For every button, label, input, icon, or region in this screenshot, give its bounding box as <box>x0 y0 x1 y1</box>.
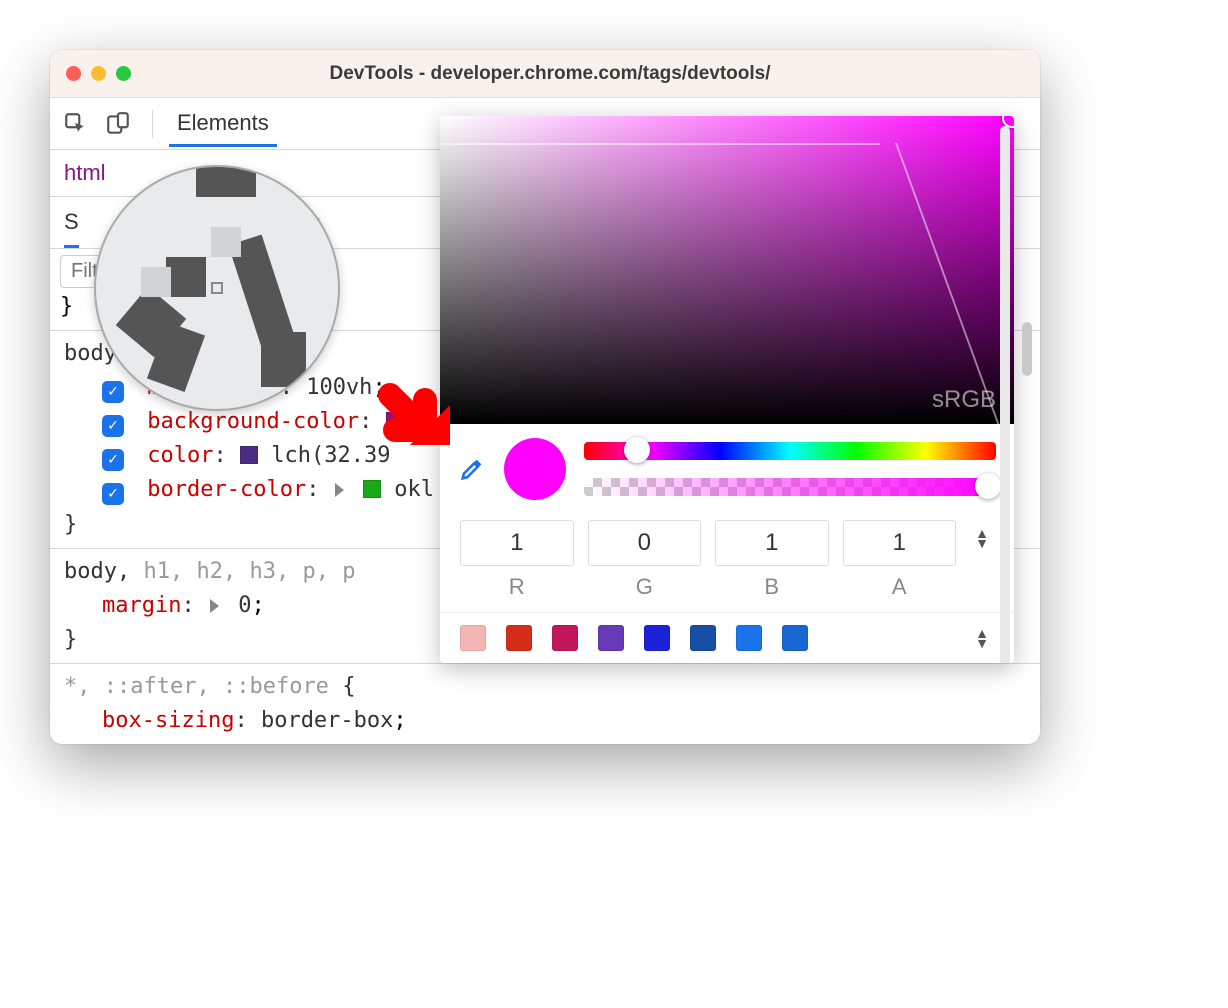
device-toggle-icon[interactable] <box>100 106 136 142</box>
picker-controls <box>440 424 1014 514</box>
hue-knob[interactable] <box>624 437 650 463</box>
palette-swatch[interactable] <box>598 625 624 651</box>
palette-row: ▲▼ <box>440 612 1014 663</box>
color-swatch[interactable] <box>363 480 381 498</box>
color-picker-popover: sRGB R G <box>440 116 1014 663</box>
channel-label-g: G <box>588 574 702 600</box>
expand-icon[interactable] <box>335 483 344 497</box>
titlebar: DevTools - developer.chrome.com/tags/dev… <box>50 50 1040 98</box>
val-min-height[interactable]: 100vh <box>306 375 372 400</box>
palette-swatch[interactable] <box>460 625 486 651</box>
palette-swatch[interactable] <box>690 625 716 651</box>
palette-swatch[interactable] <box>736 625 762 651</box>
decl-toggle[interactable]: ✓ <box>102 483 124 505</box>
window-title: DevTools - developer.chrome.com/tags/dev… <box>76 63 1024 85</box>
channel-label-a: A <box>843 574 957 600</box>
palette-swatch[interactable] <box>552 625 578 651</box>
channel-input-g[interactable] <box>588 520 702 566</box>
inspect-element-icon[interactable] <box>58 106 94 142</box>
decl-toggle[interactable]: ✓ <box>102 415 124 437</box>
palette-swatch[interactable] <box>782 625 808 651</box>
channel-input-a[interactable] <box>843 520 957 566</box>
channel-input-b[interactable] <box>715 520 829 566</box>
color-swatch[interactable] <box>240 446 258 464</box>
channel-input-r[interactable] <box>460 520 574 566</box>
eyedropper-magnifier <box>94 165 340 411</box>
format-switch-icon[interactable]: ▲▼ <box>970 520 994 548</box>
prop-color[interactable]: color <box>147 443 213 468</box>
toolbar-divider <box>152 110 153 138</box>
rule-reset: *, ::after, ::before { box-sizing: borde… <box>50 663 1040 744</box>
channel-inputs: R G B A ▲▼ <box>440 514 1014 612</box>
channel-label-b: B <box>715 574 829 600</box>
color-preview <box>504 438 566 500</box>
decl-toggle[interactable]: ✓ <box>102 449 124 471</box>
expand-icon[interactable] <box>210 599 219 613</box>
gamut-label: sRGB <box>932 386 996 414</box>
magnifier-target-icon <box>211 282 223 294</box>
decl-toggle[interactable]: ✓ <box>102 381 124 403</box>
palette-swatch[interactable] <box>506 625 532 651</box>
alpha-knob[interactable] <box>975 473 1001 499</box>
tab-elements[interactable]: Elements <box>169 110 277 147</box>
devtools-window: DevTools - developer.chrome.com/tags/dev… <box>50 50 1040 744</box>
color-spectrum[interactable]: sRGB <box>440 116 1014 424</box>
prop-background-color[interactable]: background-color <box>147 409 359 434</box>
annotation-arrow-icon <box>370 375 470 475</box>
palette-switch-icon[interactable]: ▲▼ <box>970 628 994 648</box>
palette-swatch[interactable] <box>644 625 670 651</box>
alpha-slider[interactable] <box>584 478 996 496</box>
prop-box-sizing[interactable]: box-sizing <box>102 708 234 733</box>
picker-scrollbar[interactable] <box>1000 126 1010 663</box>
subtab-styles[interactable]: S <box>64 209 79 248</box>
prop-margin[interactable]: margin <box>102 593 181 618</box>
hue-slider[interactable] <box>584 442 996 460</box>
val-border-color[interactable]: okl <box>394 477 434 502</box>
channel-label-r: R <box>460 574 574 600</box>
content-scrollbar[interactable] <box>1022 322 1032 376</box>
prop-border-color[interactable]: border-color <box>147 477 306 502</box>
